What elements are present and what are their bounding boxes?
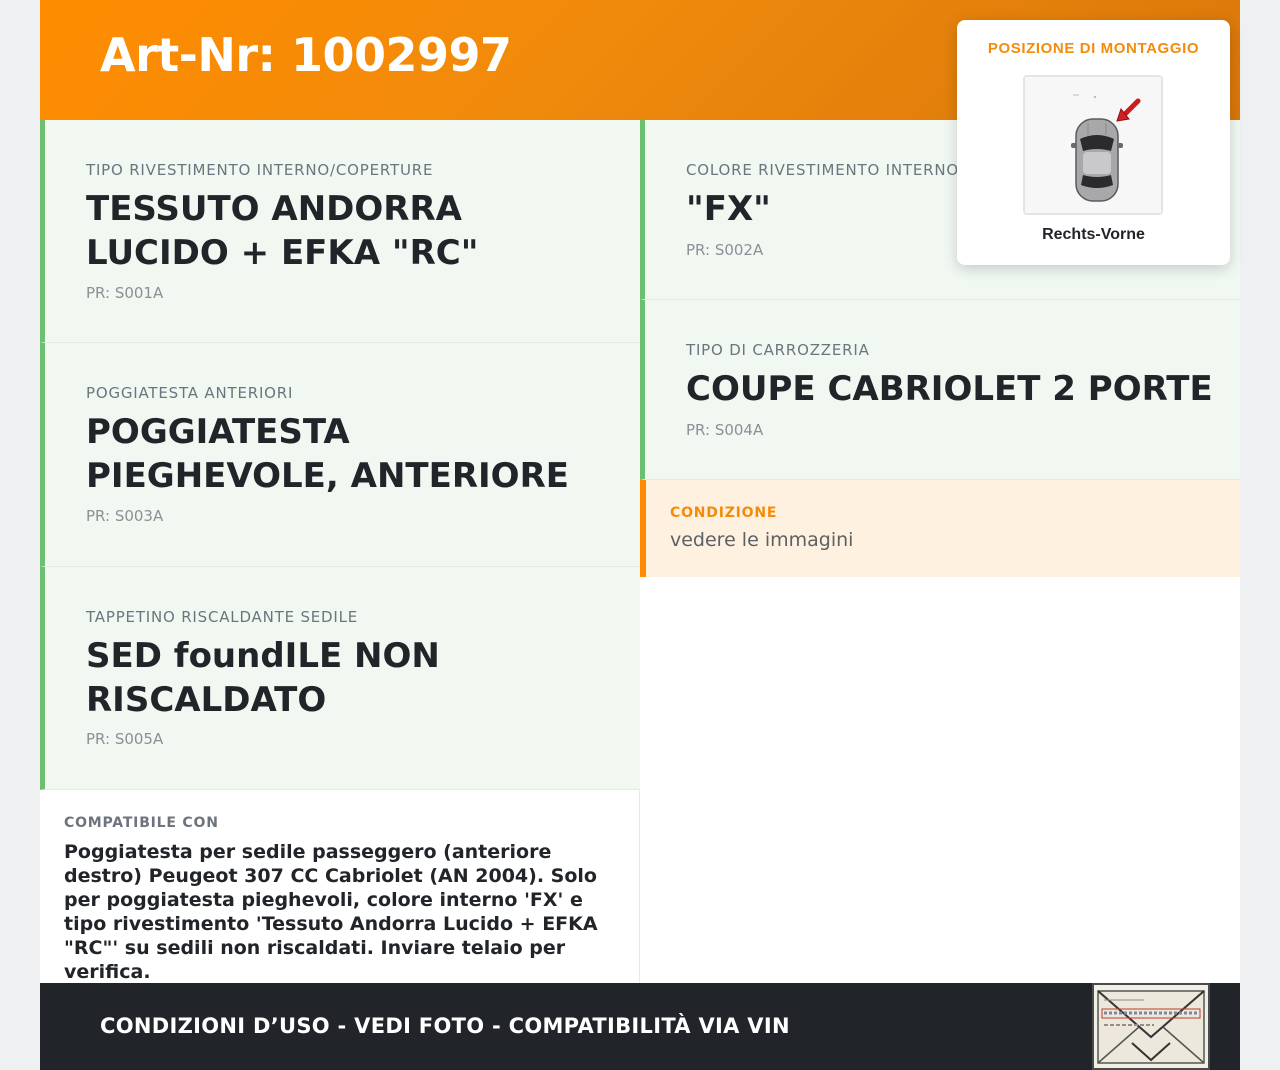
page: Art-Nr: 1002997 TIPO RIVESTIMENTO INTERN… [40, 0, 1240, 1070]
mount-position-title: POSIZIONE DI MONTAGGIO [987, 40, 1200, 57]
condition-box: CONDIZIONE vedere le immagini [640, 480, 1240, 577]
compatibility-text: Poggiatesta per sedile passeggero (anter… [64, 841, 598, 983]
condition-label: CONDIZIONE [670, 505, 778, 521]
compatibility-section: COMPATIBILE CON Poggiatesta per sedile p… [40, 790, 640, 983]
envelope-stamp-icon [1092, 983, 1210, 1070]
spec-label: TIPO DI CARROZZERIA [686, 341, 870, 359]
spec-value: TESSUTO ANDORRA LUCIDO + EFKA "RC" [86, 189, 479, 273]
condition-text: vedere le immagini [670, 529, 854, 551]
spec-cell-front-headrests: POGGIATESTA ANTERIORI POGGIATESTA PIEGHE… [40, 343, 640, 567]
car-top-view-icon[interactable] [1023, 75, 1163, 215]
spec-label: TIPO RIVESTIMENTO INTERNO/COPERTURE [86, 161, 434, 179]
page-title: Art-Nr: 1002997 [100, 28, 512, 82]
spec-cell-body-type: TIPO DI CARROZZERIA COUPE CABRIOLET 2 PO… [640, 300, 1240, 480]
mount-position-card: POSIZIONE DI MONTAGGIO Rechts-Vorne [957, 20, 1230, 265]
spec-label: POGGIATESTA ANTERIORI [86, 384, 294, 402]
compatibility-label: COMPATIBILE CON [64, 815, 219, 831]
spec-value: COUPE CABRIOLET 2 PORTE [686, 369, 1213, 409]
spec-cell-upholstery-type: TIPO RIVESTIMENTO INTERNO/COPERTURE TESS… [40, 120, 640, 343]
footer: CONDIZIONI D’USO - VEDI FOTO - COMPATIBI… [40, 983, 1240, 1070]
footer-links[interactable]: CONDIZIONI D’USO - VEDI FOTO - COMPATIBI… [100, 1014, 790, 1038]
empty-panel [640, 577, 1240, 983]
spec-label: TAPPETINO RISCALDANTE SEDILE [86, 608, 359, 626]
spec-pr-code: PR: S001A [86, 284, 164, 302]
spec-pr-code: PR: S002A [686, 241, 764, 259]
spec-value: SED foundILE NON RISCALDATO [86, 636, 440, 720]
spec-pr-code: PR: S005A [86, 730, 164, 748]
spec-label: COLORE RIVESTIMENTO INTERNO [686, 161, 959, 179]
spec-pr-code: PR: S004A [686, 421, 764, 439]
spec-pr-code: PR: S003A [86, 507, 164, 525]
spec-cell-seat-heating: TAPPETINO RISCALDANTE SEDILE SED foundIL… [40, 567, 640, 790]
spec-value: POGGIATESTA PIEGHEVOLE, ANTERIORE [86, 412, 569, 496]
mount-position-caption: Rechts-Vorne [1042, 226, 1145, 243]
